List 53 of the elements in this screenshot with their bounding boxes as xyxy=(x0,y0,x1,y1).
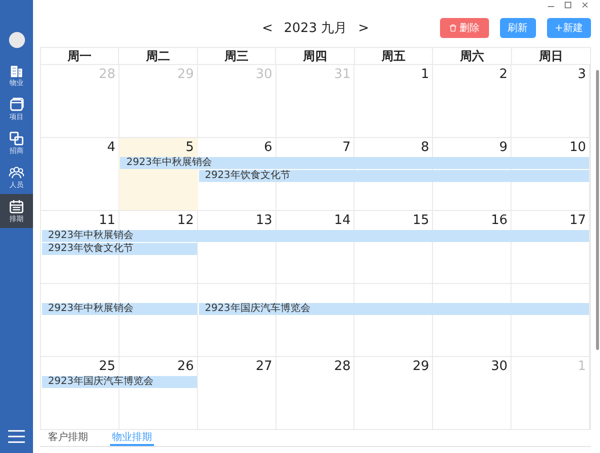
window-icon xyxy=(9,97,24,112)
day-number: 1 xyxy=(420,66,430,84)
weekday-header: 周六 xyxy=(433,48,512,64)
weekday-header: 周日 xyxy=(538,48,564,64)
maximize-icon[interactable] xyxy=(564,1,572,9)
day-number: 11 xyxy=(98,212,116,230)
squares-icon xyxy=(9,131,24,146)
day-number: 17 xyxy=(569,212,587,230)
day-number: 10 xyxy=(569,139,587,157)
day-number: 9 xyxy=(499,139,509,157)
next-month-button[interactable]: > xyxy=(355,20,372,36)
avatar[interactable] xyxy=(8,32,24,48)
scrollbar-thumb[interactable] xyxy=(596,70,599,350)
weekday-header: 周二 xyxy=(119,48,198,64)
day-number: 27 xyxy=(256,358,274,376)
day-number: 8 xyxy=(420,139,430,157)
day-number: 13 xyxy=(256,212,274,230)
day-number: 29 xyxy=(177,66,195,84)
day-number: 5 xyxy=(186,139,195,157)
day-number: 14 xyxy=(334,212,352,230)
day-number: 6 xyxy=(264,139,274,157)
tab[interactable]: 客户排期 xyxy=(46,430,90,446)
previous-month-button[interactable]: < xyxy=(258,20,276,36)
people-icon xyxy=(9,165,24,180)
day-number: 4 xyxy=(107,139,116,157)
weekday-header: 周三 xyxy=(198,48,276,64)
trash-icon xyxy=(448,24,457,32)
day-number: 30 xyxy=(256,66,274,84)
day-number: 30 xyxy=(491,358,509,376)
month-title: 2023 九月 xyxy=(284,20,348,38)
event-bar[interactable]: 2923年中秋展销会 xyxy=(42,303,197,315)
event-bar[interactable]: 2923年中秋展销会 xyxy=(42,230,589,242)
day-number: 28 xyxy=(98,66,116,84)
day-number: 28 xyxy=(334,358,352,376)
day-number: 29 xyxy=(412,358,430,376)
day-number: 12 xyxy=(177,212,195,230)
calendar-icon xyxy=(9,199,24,214)
event-bar[interactable]: 2923年中秋展销会 xyxy=(120,157,589,169)
day-number: 15 xyxy=(412,212,430,230)
weekday-header: 周五 xyxy=(354,48,434,64)
day-number: 26 xyxy=(177,358,195,376)
day-number: 25 xyxy=(98,358,116,376)
day-number: 7 xyxy=(342,139,352,157)
day-number: 31 xyxy=(334,66,352,84)
weekday-header: 周一 xyxy=(41,48,120,64)
day-number: 1 xyxy=(578,358,587,376)
day-number: 3 xyxy=(578,66,587,84)
building-icon xyxy=(9,63,24,78)
menu-icon[interactable] xyxy=(8,430,25,443)
day-number: 16 xyxy=(491,212,509,230)
close-icon[interactable] xyxy=(581,1,589,9)
weekday-header: 周四 xyxy=(276,48,355,64)
day-number: 2 xyxy=(499,66,509,84)
